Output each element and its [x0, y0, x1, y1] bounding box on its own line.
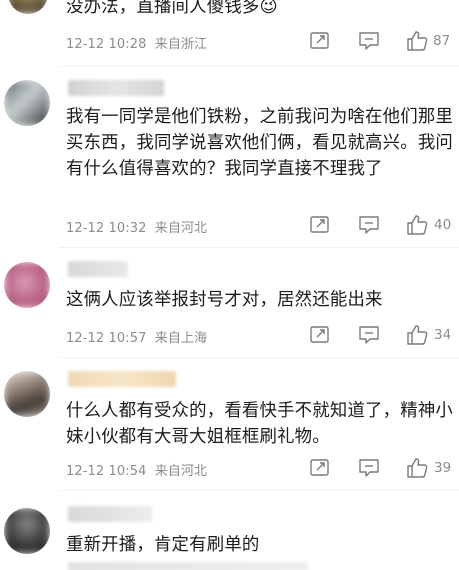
divider — [60, 490, 459, 491]
avatar[interactable] — [4, 508, 50, 554]
comment-meta: 12-12 10:57 来自上海 — [66, 327, 207, 346]
username-blurred — [68, 371, 176, 387]
username-blurred — [68, 80, 164, 96]
comment-date: 12-12 10:28 — [66, 37, 147, 52]
like-count: 87 — [433, 33, 451, 49]
like-count: 34 — [434, 327, 452, 343]
comment-text: 我有一同学是他们铁粉，之前我问为啥在他们那里买东西，我同学说喜欢他们俩，看见就高… — [66, 107, 453, 179]
comment-location: 来自上海 — [154, 331, 208, 346]
comment-icon[interactable] — [358, 215, 380, 235]
divider — [60, 66, 459, 67]
comment-meta: 12-12 10:54 来自河北 — [66, 460, 207, 479]
comment-icon[interactable] — [358, 31, 380, 51]
username-blurred — [68, 261, 128, 277]
comment-location: 来自浙江 — [154, 37, 208, 52]
comment-text: 这俩人应该举报封号才对，居然还能出来 — [66, 290, 383, 310]
share-icon[interactable] — [309, 215, 331, 235]
thumbs-up-icon[interactable] — [406, 324, 428, 346]
username-blurred — [68, 506, 152, 522]
avatar[interactable] — [4, 80, 50, 126]
avatar[interactable] — [8, 0, 48, 14]
next-line-blurred — [68, 562, 308, 570]
comment-text: 什么人都有受众的，看看快手不就知道了，精神小妹小伙都有大哥大姐框框刷礼物。 — [66, 401, 453, 447]
thumbs-up-icon[interactable] — [406, 30, 428, 52]
like-count: 40 — [434, 217, 452, 233]
avatar[interactable] — [4, 262, 50, 308]
comment-icon[interactable] — [358, 458, 380, 478]
comment-text: 重新开播，肯定有刷单的 — [66, 535, 260, 555]
thumbs-up-icon[interactable] — [406, 214, 428, 236]
comment-text: 没办法，直播间人傻钱多😉 — [66, 0, 278, 17]
comment-date: 12-12 10:57 — [66, 331, 147, 346]
share-icon[interactable] — [309, 31, 331, 51]
comment-location: 来自河北 — [154, 464, 208, 479]
comment-meta: 12-12 10:28 来自浙江 — [66, 33, 207, 52]
share-icon[interactable] — [309, 458, 331, 478]
divider — [60, 357, 459, 358]
comment-location: 来自河北 — [154, 221, 208, 236]
comment-meta: 12-12 10:32 来自河北 — [66, 217, 207, 236]
comment-date: 12-12 10:54 — [66, 464, 147, 479]
avatar[interactable] — [4, 371, 50, 417]
comment-date: 12-12 10:32 — [66, 221, 147, 236]
share-icon[interactable] — [309, 325, 331, 345]
divider — [60, 247, 459, 248]
like-count: 39 — [434, 460, 452, 476]
comment-icon[interactable] — [358, 325, 380, 345]
thumbs-up-icon[interactable] — [406, 457, 428, 479]
